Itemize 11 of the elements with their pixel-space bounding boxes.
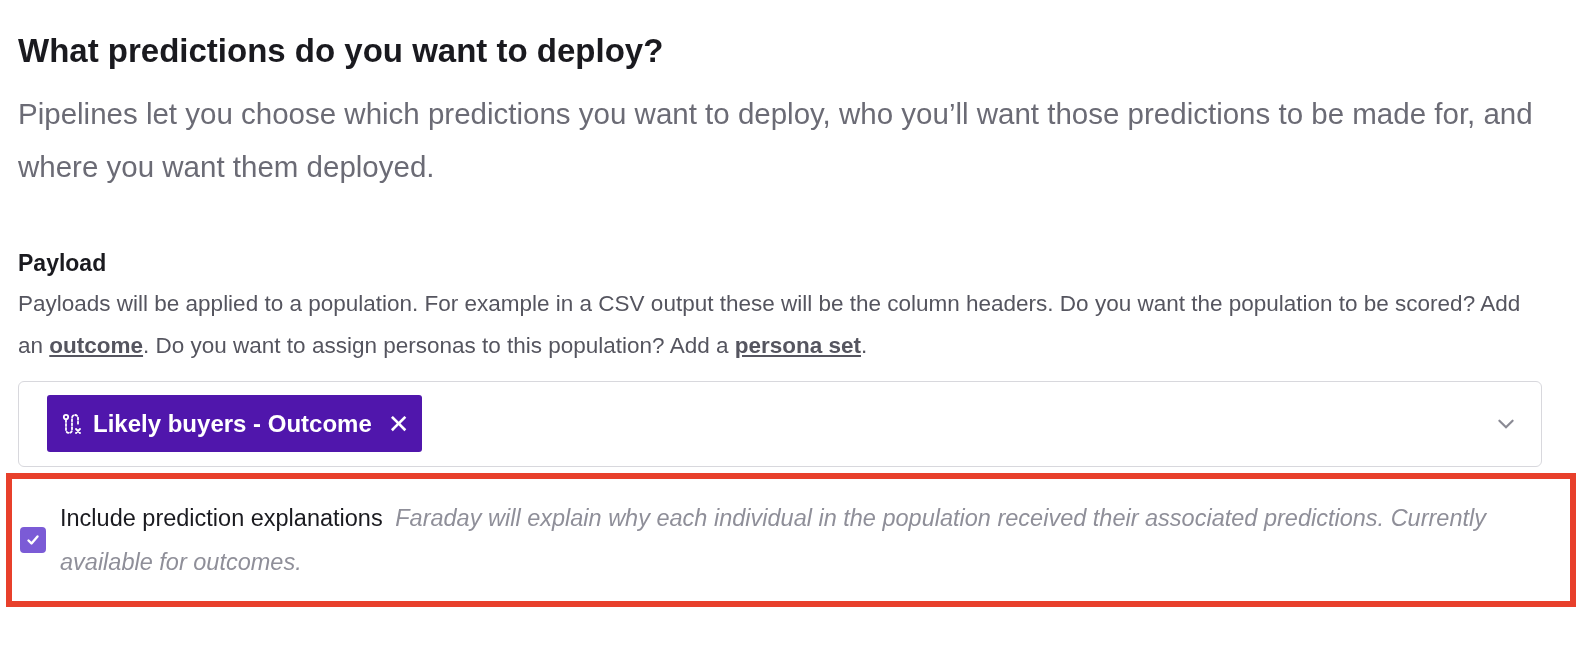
page-heading: What predictions do you want to deploy?: [18, 31, 665, 71]
link[interactable]: outcome: [49, 332, 144, 358]
page-subtitle: Pipelines let you choose which predictions you want to deploy, who you’ll want those predictions to be made for, and where you want them deployed.: [18, 95, 1534, 185]
remove-tag-button[interactable]: ✕: [379, 408, 410, 439]
tag-label: Likely buyers - Outcome: [93, 409, 372, 438]
checkbox-label: Include prediction explanations Faraday will explain why each individual in the population received their associated predictions. Currently available for outcomes.: [60, 503, 1488, 577]
link[interactable]: persona set: [734, 332, 861, 358]
section-description: Payloads will be applied to a population. For example in a CSV output these will be the column headers. Do you want the population to be scored? Add an outcome. Do you want to assign personas to this population? Add a persona set.: [18, 289, 1522, 360]
multi-select-field[interactable]: Likely buyers - Outcome ✕: [18, 380, 1542, 467]
checkbox[interactable]: [20, 526, 46, 553]
section-title: Payload: [18, 248, 108, 278]
